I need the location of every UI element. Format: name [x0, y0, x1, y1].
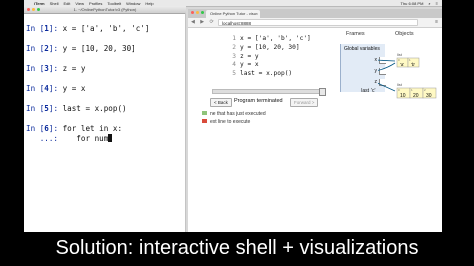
menu-profiles[interactable]: Profiles — [89, 1, 102, 6]
var-name: x — [374, 57, 378, 63]
menu-edit[interactable]: Edit — [64, 1, 71, 6]
frames-header: Frames — [346, 31, 365, 37]
terminal-input-line[interactable]: ...: for num — [26, 134, 113, 143]
spotlight-icon[interactable]: ⌕ — [428, 1, 430, 6]
minimize-window-icon[interactable] — [196, 11, 199, 14]
red-arrow-icon — [202, 119, 207, 123]
menu-icon[interactable]: ≡ — [435, 19, 438, 25]
objects-diagram: list 0 1 'a' 'b' list 0 1 2 10 20 30 — [378, 52, 437, 99]
menu-toolbelt[interactable]: Toolbelt — [107, 1, 121, 6]
code-line: 1x = ['a', 'b', 'c'] — [232, 35, 311, 42]
execution-slider[interactable] — [212, 88, 326, 96]
code-line: 2y = [10, 20, 30] — [232, 43, 300, 51]
list-value: 10 — [400, 93, 406, 99]
text-cursor — [108, 134, 113, 142]
code-line: 5 last = x.pop() — [232, 70, 293, 78]
var-name: y — [374, 68, 378, 74]
terminal-title: 1. ~/OnlinePythonTutor/v3 (Python) — [73, 7, 137, 12]
legend-executed: ne that has just executed — [202, 111, 266, 117]
terminal-line: In [3]: z = y — [26, 64, 86, 73]
var-name: z — [374, 79, 378, 85]
frame-title: Global variables — [344, 46, 380, 52]
toolbar: ◀ ▶ ⟳ localhost:8888 ≡ — [188, 18, 442, 28]
code-line: 4y = x — [232, 61, 259, 69]
address-bar[interactable]: localhost:8888 — [218, 19, 418, 26]
slider-handle[interactable] — [319, 88, 326, 96]
list-label: list — [397, 52, 403, 57]
list-value: 'a' — [400, 62, 404, 67]
menu-shell[interactable]: Shell — [50, 1, 59, 6]
pointer-arrow — [378, 62, 396, 71]
list-label: list — [397, 82, 403, 87]
tab-bar: Online Python Tutor - visu × — [188, 9, 442, 18]
code-display: 1x = ['a', 'b', 'c'] 2y = [10, 20, 30] 3… — [228, 35, 311, 79]
tab-title: Online Python Tutor - visu — [210, 11, 257, 16]
nav-buttons[interactable]: ◀ ▶ ⟳ — [191, 19, 216, 25]
clock-text[interactable]: Thu 6:08 PM — [401, 1, 424, 6]
menu-app-name[interactable]: iTerm — [34, 1, 45, 6]
terminal-line: In [4]: y = x — [26, 84, 86, 93]
list-value: 30 — [426, 93, 432, 99]
menu-view[interactable]: View — [75, 1, 84, 6]
var-name: last — [361, 88, 369, 94]
status-text: Program terminated — [234, 98, 283, 104]
close-tab-icon[interactable]: × — [256, 10, 258, 18]
list-value: 20 — [413, 93, 419, 99]
terminal-window[interactable]: 1. ~/OnlinePythonTutor/v3 (Python) In [1… — [24, 6, 186, 232]
menu-window[interactable]: Window — [126, 1, 140, 6]
terminal-line: In [2]: y = [10, 20, 30] — [26, 44, 136, 53]
terminal-titlebar[interactable]: 1. ~/OnlinePythonTutor/v3 (Python) — [24, 6, 186, 14]
back-button[interactable]: < Back — [210, 98, 232, 107]
legend-next: ext line to execute — [202, 119, 250, 125]
close-window-icon[interactable] — [191, 11, 194, 14]
list-value: 'b' — [411, 62, 415, 67]
terminal-scrollbar[interactable] — [185, 13, 186, 232]
var-value: 'c' — [371, 88, 376, 94]
terminal-line: In [5]: last = x.pop() — [26, 104, 127, 113]
code-line: 3z = y — [232, 52, 259, 60]
green-arrow-icon — [202, 111, 207, 115]
terminal-line: In [6]: for let in x: — [26, 124, 123, 133]
menu-help[interactable]: Help — [145, 1, 153, 6]
forward-button[interactable]: Forward > — [290, 98, 319, 107]
zoom-window-icon[interactable] — [201, 11, 204, 14]
browser-tab[interactable]: Online Python Tutor - visu × — [206, 10, 260, 18]
minimize-window-icon[interactable] — [32, 8, 35, 11]
pointer-arrow — [378, 59, 396, 62]
browser-window[interactable]: Online Python Tutor - visu × ◀ ▶ ⟳ local… — [188, 9, 442, 232]
pointer-arrow — [378, 82, 396, 92]
notifications-icon[interactable]: ≡ — [436, 1, 438, 6]
video-caption: Solution: interactive shell + visualizat… — [55, 237, 419, 259]
terminal-line: In [1]: x = ['a', 'b', 'c'] — [26, 24, 150, 33]
desktop-screen: iTerm Shell Edit View Profiles Toolbelt … — [24, 0, 442, 232]
objects-header: Objects — [395, 31, 414, 37]
close-window-icon[interactable] — [27, 8, 30, 11]
zoom-window-icon[interactable] — [37, 8, 40, 11]
